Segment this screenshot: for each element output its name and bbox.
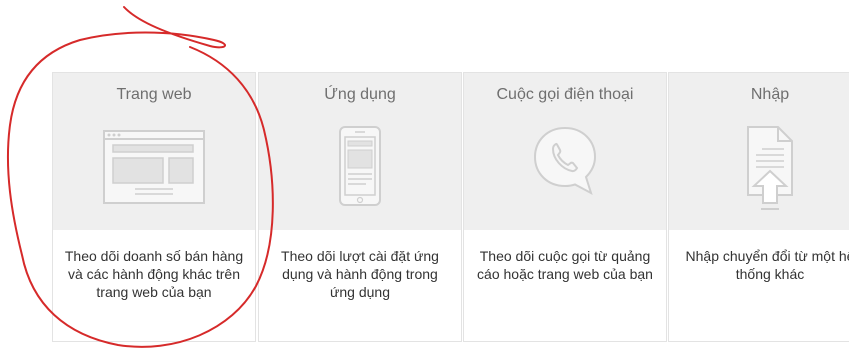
card-phone-calls-header: Cuộc gọi điện thoại (464, 73, 666, 230)
card-app-description: Theo dõi lượt cài đặt ứng dụng và hành đ… (281, 248, 439, 300)
card-app-header: Ứng dụng (259, 73, 461, 230)
card-import-header: Nhập (669, 73, 849, 230)
card-website-description: Theo dõi doanh số bán hàng và các hành đ… (64, 248, 244, 300)
card-website[interactable]: Trang web Theo dõi doanh số bán hàng và … (52, 72, 256, 342)
card-website-title: Trang web (116, 86, 192, 103)
card-app-title: Ứng dụng (324, 86, 396, 103)
card-import-description: Nhập chuyển đổi từ một hệ thống khác (685, 248, 849, 282)
card-website-header: Trang web (53, 73, 255, 230)
webpage-icon (103, 130, 205, 204)
mobile-app-icon (339, 126, 381, 206)
card-phone-calls[interactable]: Cuộc gọi điện thoại Theo dõi cuộc gọi từ… (463, 72, 667, 342)
phone-call-icon (533, 126, 597, 196)
card-phone-calls-title: Cuộc gọi điện thoại (496, 86, 634, 103)
conversion-type-picker: Trang web Theo dõi doanh số bán hàng và … (0, 0, 849, 363)
card-import[interactable]: Nhập Nhập chuyển đổi từ một hệ thống khá… (668, 72, 849, 342)
import-file-icon (747, 126, 793, 210)
card-phone-calls-description: Theo dõi cuộc gọi từ quảng cáo hoặc tran… (477, 248, 653, 282)
card-import-title: Nhập (750, 86, 790, 103)
card-app[interactable]: Ứng dụng Theo dõi lượt cài đặt ứng dụng … (258, 72, 462, 342)
